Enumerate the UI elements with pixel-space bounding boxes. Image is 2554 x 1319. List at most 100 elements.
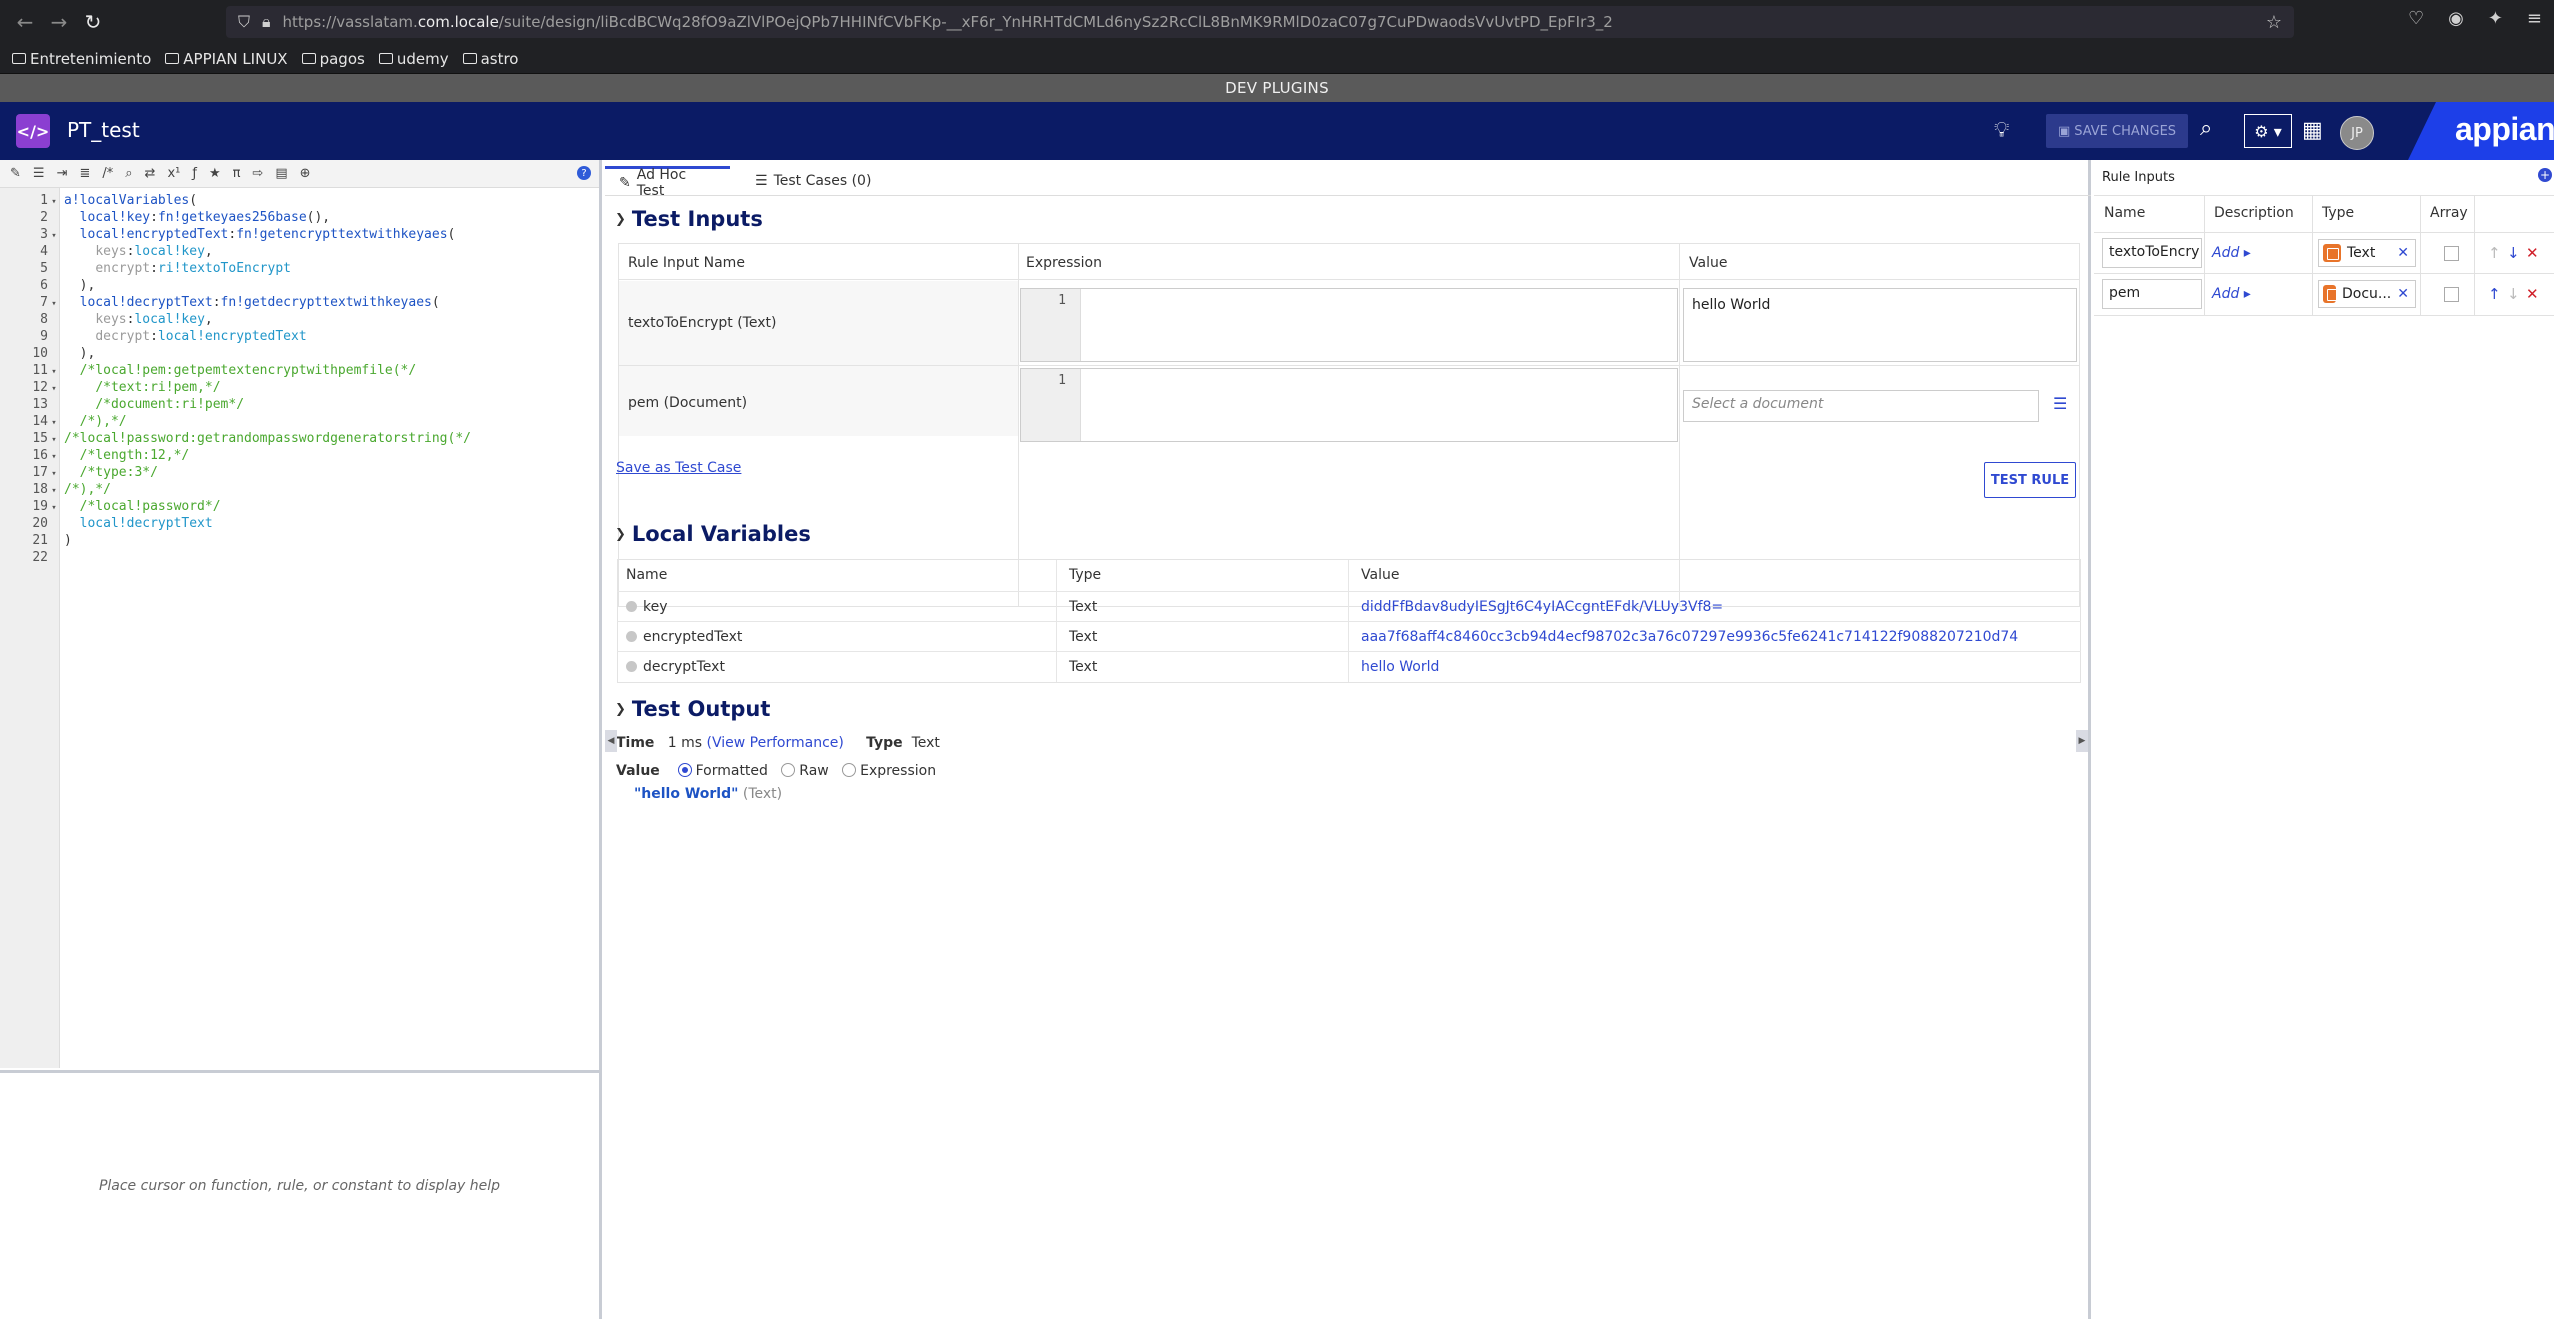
code-line[interactable]: 5 encrypt:ri!textoToEncrypt — [0, 260, 599, 277]
add-input-icon[interactable]: + — [2538, 168, 2552, 182]
list-icon[interactable]: ☰ — [33, 166, 45, 181]
bookmark-star-icon[interactable]: ☆ — [2266, 12, 2282, 33]
code-line[interactable]: 9 decrypt:local!encryptedText — [0, 328, 599, 345]
code-line[interactable]: 2 local!key:fn!getkeyaes256base(), — [0, 209, 599, 226]
search-icon[interactable]: ⌕ — [2200, 116, 2212, 141]
reload-icon[interactable]: ↻ — [76, 5, 110, 39]
star-icon[interactable]: ★ — [209, 166, 221, 181]
radio-icon — [842, 763, 857, 777]
forward-icon[interactable]: → — [42, 5, 76, 39]
output-value-modes: Value Formatted Raw Expression — [616, 763, 937, 779]
code-line[interactable]: 21) — [0, 532, 599, 549]
move-up-icon[interactable]: ↑ — [2488, 285, 2501, 303]
add-description-link[interactable]: Add ▸ — [2212, 286, 2251, 302]
local-variables-header[interactable]: ❯ Local Variables — [615, 522, 811, 546]
code-line[interactable]: 19 ▾ /*local!password*/ — [0, 498, 599, 515]
bookmark-folder[interactable]: pagos — [301, 50, 365, 68]
delete-input-icon[interactable]: ✕ — [2526, 244, 2539, 262]
radio-formatted[interactable]: Formatted — [677, 763, 768, 779]
variable-value: hello World — [1361, 659, 1440, 675]
bookmark-folder[interactable]: udemy — [378, 50, 449, 68]
input-name-field[interactable]: pem — [2102, 279, 2202, 309]
pocket-icon[interactable]: ♡ — [2408, 8, 2424, 29]
settings-menu-button[interactable]: ⚙ ▾ — [2244, 114, 2292, 148]
tab-test-cases[interactable]: ☰ Test Cases (0) — [741, 166, 885, 196]
test-output-header[interactable]: ❯ Test Output — [615, 697, 770, 721]
outdent-icon[interactable]: ≣ — [79, 166, 90, 181]
text-value-input[interactable]: hello World — [1683, 288, 2077, 362]
test-rule-button[interactable]: TEST RULE — [1984, 462, 2076, 498]
test-inputs-header[interactable]: ❯ Test Inputs — [615, 207, 763, 231]
back-icon[interactable]: ← — [8, 5, 42, 39]
code-line[interactable]: 4 keys:local!key, — [0, 243, 599, 260]
code-line[interactable]: 18 ▾/*),*/ — [0, 481, 599, 498]
radio-raw[interactable]: Raw — [781, 763, 829, 779]
shield-icon: ⛉ — [238, 12, 251, 31]
pi-icon[interactable]: π — [233, 166, 241, 181]
move-down-icon[interactable]: ↓ — [2507, 244, 2520, 262]
code-line[interactable]: 6 ), — [0, 277, 599, 294]
code-line[interactable]: 17 ▾ /*type:3*/ — [0, 464, 599, 481]
array-checkbox[interactable] — [2444, 287, 2459, 302]
code-line[interactable]: 13 /*document:ri!pem*/ — [0, 396, 599, 413]
code-line[interactable]: 10 ), — [0, 345, 599, 362]
code-line[interactable]: 16 ▾ /*length:12,*/ — [0, 447, 599, 464]
comment-icon[interactable]: /* — [102, 166, 113, 181]
export-icon[interactable]: ⇨ — [252, 166, 263, 181]
expression-input[interactable]: 1 — [1020, 288, 1678, 362]
document-icon[interactable]: ▤ — [275, 166, 287, 181]
remove-type-icon[interactable]: ✕ — [2397, 286, 2409, 302]
code-line[interactable]: 3 ▾ local!encryptedText:fn!getencrypttext… — [0, 226, 599, 243]
account-icon[interactable]: ◉ — [2448, 8, 2464, 29]
divider — [2420, 195, 2421, 315]
type-picker[interactable]: Text ✕ — [2318, 239, 2416, 267]
case-icon[interactable]: x¹ — [167, 166, 180, 181]
code-line[interactable]: 22 — [0, 549, 599, 566]
menu-icon[interactable]: ≡ — [2527, 8, 2542, 29]
delete-input-icon[interactable]: ✕ — [2526, 285, 2539, 303]
replace-icon[interactable]: ⇄ — [145, 166, 156, 181]
code-line[interactable]: 12 ▾ /*text:ri!pem,*/ — [0, 379, 599, 396]
help-icon[interactable]: ? — [577, 166, 591, 180]
avatar[interactable]: JP — [2340, 116, 2374, 150]
save-as-test-case-link[interactable]: Save as Test Case — [616, 460, 741, 476]
code-line[interactable]: 1 ▾ a!localVariables( — [0, 192, 599, 209]
radio-expression[interactable]: Expression — [842, 763, 936, 779]
apps-grid-icon[interactable]: ▦ — [2302, 118, 2323, 143]
tab-ad-hoc-test[interactable]: ✎ Ad Hoc Test — [605, 166, 730, 199]
find-icon[interactable]: ⌕ — [125, 166, 132, 181]
collapse-left-icon[interactable]: ◀ — [605, 730, 617, 752]
remove-type-icon[interactable]: ✕ — [2397, 245, 2409, 261]
format-icon[interactable]: ✎ — [10, 166, 21, 181]
code-line[interactable]: 11 ▾ /*local!pem:getpemtextencryptwithpem… — [0, 362, 599, 379]
expression-input[interactable]: 1 — [1020, 368, 1678, 442]
view-performance-link[interactable]: (View Performance) — [707, 735, 844, 751]
bookmark-folder[interactable]: astro — [462, 50, 518, 68]
browse-list-icon[interactable]: ☰ — [2053, 394, 2067, 413]
bookmark-folder[interactable]: Entretenimiento — [12, 50, 151, 68]
collapse-right-icon[interactable]: ▶ — [2076, 730, 2088, 752]
indent-icon[interactable]: ⇥ — [57, 166, 68, 181]
code-line[interactable]: 7 ▾ local!decryptText:fn!getdecrypttextwi… — [0, 294, 599, 311]
line-number: 21 — [32, 533, 48, 548]
extensions-icon[interactable]: ✦ — [2488, 8, 2503, 29]
input-name-field[interactable]: textoToEncry — [2102, 238, 2202, 268]
code-text: keys:local!key, — [95, 312, 213, 327]
lightbulb-icon[interactable]: 💡︎ — [1994, 118, 2009, 143]
zoom-icon[interactable]: ⊕ — [300, 166, 311, 181]
document-picker[interactable]: Select a document — [1683, 390, 2039, 422]
array-checkbox[interactable] — [2444, 246, 2459, 261]
code-editor[interactable]: 1 ▾ a!localVariables(2 local!key:fn!getkey… — [0, 188, 599, 1068]
code-line[interactable]: 14 ▾ /*),*/ — [0, 413, 599, 430]
address-bar[interactable]: ⛉ 🔒︎ https://vasslatam.com.locale/suite/… — [226, 6, 2294, 38]
code-line[interactable]: 15 ▾/*local!password:getrandompasswordgen… — [0, 430, 599, 447]
code-line[interactable]: 20 local!decryptText — [0, 515, 599, 532]
rule-title: PT_test — [67, 118, 140, 142]
function-icon[interactable]: ƒ — [192, 166, 197, 181]
save-changes-button[interactable]: ▣ SAVE CHANGES — [2046, 114, 2188, 148]
bookmark-folder[interactable]: APPIAN LINUX — [165, 50, 288, 68]
type-picker[interactable]: Docu... ✕ — [2318, 280, 2416, 308]
add-description-link[interactable]: Add ▸ — [2212, 245, 2251, 261]
output-time: Time 1 ms (View Performance) Type Text — [616, 735, 940, 751]
code-line[interactable]: 8 keys:local!key, — [0, 311, 599, 328]
